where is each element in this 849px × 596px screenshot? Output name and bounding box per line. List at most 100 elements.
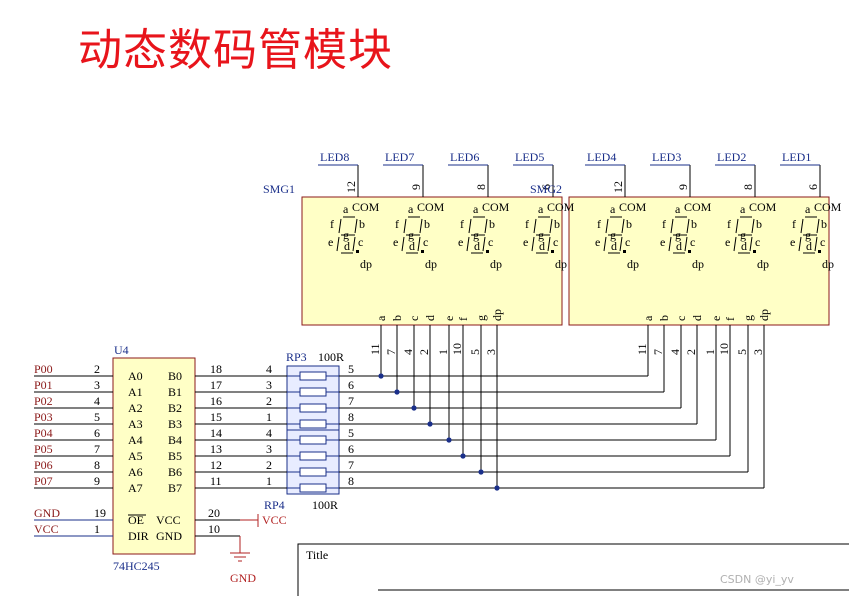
ic-pin-number: 3 xyxy=(94,378,100,392)
ic-pin-name-b1: B1 xyxy=(168,385,182,399)
ic-pin-name-power: GND xyxy=(156,529,182,543)
seg-label-a: a xyxy=(805,202,811,216)
seg-label-c: c xyxy=(690,235,695,249)
net-label-led4: LED4 xyxy=(587,150,616,164)
segment-pin-label-d: d xyxy=(690,315,704,321)
resistor-pin-left: 1 xyxy=(266,474,272,488)
resistor-pin-right: 7 xyxy=(348,458,354,472)
gnd-label: GND xyxy=(230,571,256,585)
segment-pin-label-g: g xyxy=(474,315,488,321)
segment-pin-number: 4 xyxy=(668,349,682,355)
ic-pin-number: 20 xyxy=(208,506,220,520)
ic-pin-number: 2 xyxy=(94,362,100,376)
com-pin-number: 12 xyxy=(611,181,625,193)
ic-pin-name-a7: A7 xyxy=(128,481,143,495)
resistor-pin-left: 1 xyxy=(266,410,272,424)
ic-pin-number: 7 xyxy=(94,442,100,456)
segment-dp xyxy=(486,250,489,253)
com-label: COM xyxy=(749,200,777,214)
segment-dp xyxy=(688,250,691,253)
segment-pin-number: 10 xyxy=(450,343,464,355)
resistor-pin-left: 2 xyxy=(266,458,272,472)
seg-label-f: f xyxy=(460,217,464,231)
resistor-value-rp4: 100R xyxy=(312,498,338,512)
segment-pin-number: 5 xyxy=(468,349,482,355)
resistor-ref-rp3: RP3 xyxy=(286,350,307,364)
net-label-led2: LED2 xyxy=(717,150,746,164)
resistor-pin-right: 8 xyxy=(348,474,354,488)
com-pin-number: 8 xyxy=(741,184,755,190)
seg-label-e: e xyxy=(328,235,333,249)
ic-pin-number: 13 xyxy=(210,442,222,456)
seg-label-b: b xyxy=(554,217,560,231)
segment-pin-label-g: g xyxy=(741,315,755,321)
seg-label-g: g xyxy=(675,228,681,242)
ic-pin-name-a5: A5 xyxy=(128,449,143,463)
resistor-pin-right: 5 xyxy=(348,426,354,440)
net-label-p05: P05 xyxy=(34,442,53,456)
resistor-pin-left: 4 xyxy=(266,426,272,440)
resistor-pin-right: 6 xyxy=(348,442,354,456)
junction-dot xyxy=(494,485,500,491)
resistor-pin-left: 3 xyxy=(266,378,272,392)
seg-label-e: e xyxy=(595,235,600,249)
junction-dot xyxy=(427,421,433,427)
resistor-ref-rp4: RP4 xyxy=(264,498,285,512)
ic-pin-name-a6: A6 xyxy=(128,465,143,479)
seg-label-c: c xyxy=(358,235,363,249)
net-label-p02: P02 xyxy=(34,394,53,408)
segment-pin-number: 11 xyxy=(368,343,382,355)
ic-pin-name-a0: A0 xyxy=(128,369,143,383)
resistor-pin-left: 3 xyxy=(266,442,272,456)
ic-pin-name-b3: B3 xyxy=(168,417,182,431)
title-block-label: Title xyxy=(306,548,328,562)
seg-label-f: f xyxy=(330,217,334,231)
com-pin-number: 8 xyxy=(474,184,488,190)
junction-dot xyxy=(378,373,384,379)
seg-label-b: b xyxy=(626,217,632,231)
seg-label-a: a xyxy=(538,202,544,216)
ic-pin-name-a2: A2 xyxy=(128,401,143,415)
ic-pin-name-b0: B0 xyxy=(168,369,182,383)
seg-label-g: g xyxy=(538,228,544,242)
ic-74hc245-body xyxy=(112,357,196,555)
net-label-led5: LED5 xyxy=(515,150,544,164)
seg-label-c: c xyxy=(488,235,493,249)
ic-pin-number: 17 xyxy=(210,378,222,392)
segment-dp xyxy=(623,250,626,253)
seg-label-f: f xyxy=(525,217,529,231)
seg-label-b: b xyxy=(756,217,762,231)
net-label-vcc: VCC xyxy=(34,522,59,536)
com-label: COM xyxy=(684,200,712,214)
com-label: COM xyxy=(619,200,647,214)
resistor-element xyxy=(299,451,327,461)
segment-dp xyxy=(421,250,424,253)
junction-dot xyxy=(394,389,400,395)
junction-dot xyxy=(478,469,484,475)
seg-label-f: f xyxy=(792,217,796,231)
ic-pin-number: 16 xyxy=(210,394,222,408)
seg-label-dp: dp xyxy=(360,257,372,271)
seg-label-f: f xyxy=(662,217,666,231)
seg-label-b: b xyxy=(424,217,430,231)
resistor-value-rp3: 100R xyxy=(318,350,344,364)
net-label-p00: P00 xyxy=(34,362,53,376)
com-pin-number: 6 xyxy=(806,184,820,190)
com-label: COM xyxy=(417,200,445,214)
com-label: COM xyxy=(482,200,510,214)
seg-label-a: a xyxy=(675,202,681,216)
segment-dp xyxy=(356,250,359,253)
seg-label-c: c xyxy=(755,235,760,249)
seg-label-c: c xyxy=(820,235,825,249)
seg-label-dp: dp xyxy=(627,257,639,271)
ic-pin-name-b7: B7 xyxy=(168,481,182,495)
ic-ref-u4: U4 xyxy=(114,343,129,357)
com-label: COM xyxy=(547,200,575,214)
segment-pin-label-c: c xyxy=(407,316,421,321)
ic-pin-name-power: VCC xyxy=(156,513,181,527)
seg-label-f: f xyxy=(597,217,601,231)
segment-pin-number: 5 xyxy=(735,349,749,355)
ic-pin-name-b2: B2 xyxy=(168,401,182,415)
seg-label-f: f xyxy=(395,217,399,231)
ic-pin-name-dir: DIR xyxy=(128,529,149,543)
